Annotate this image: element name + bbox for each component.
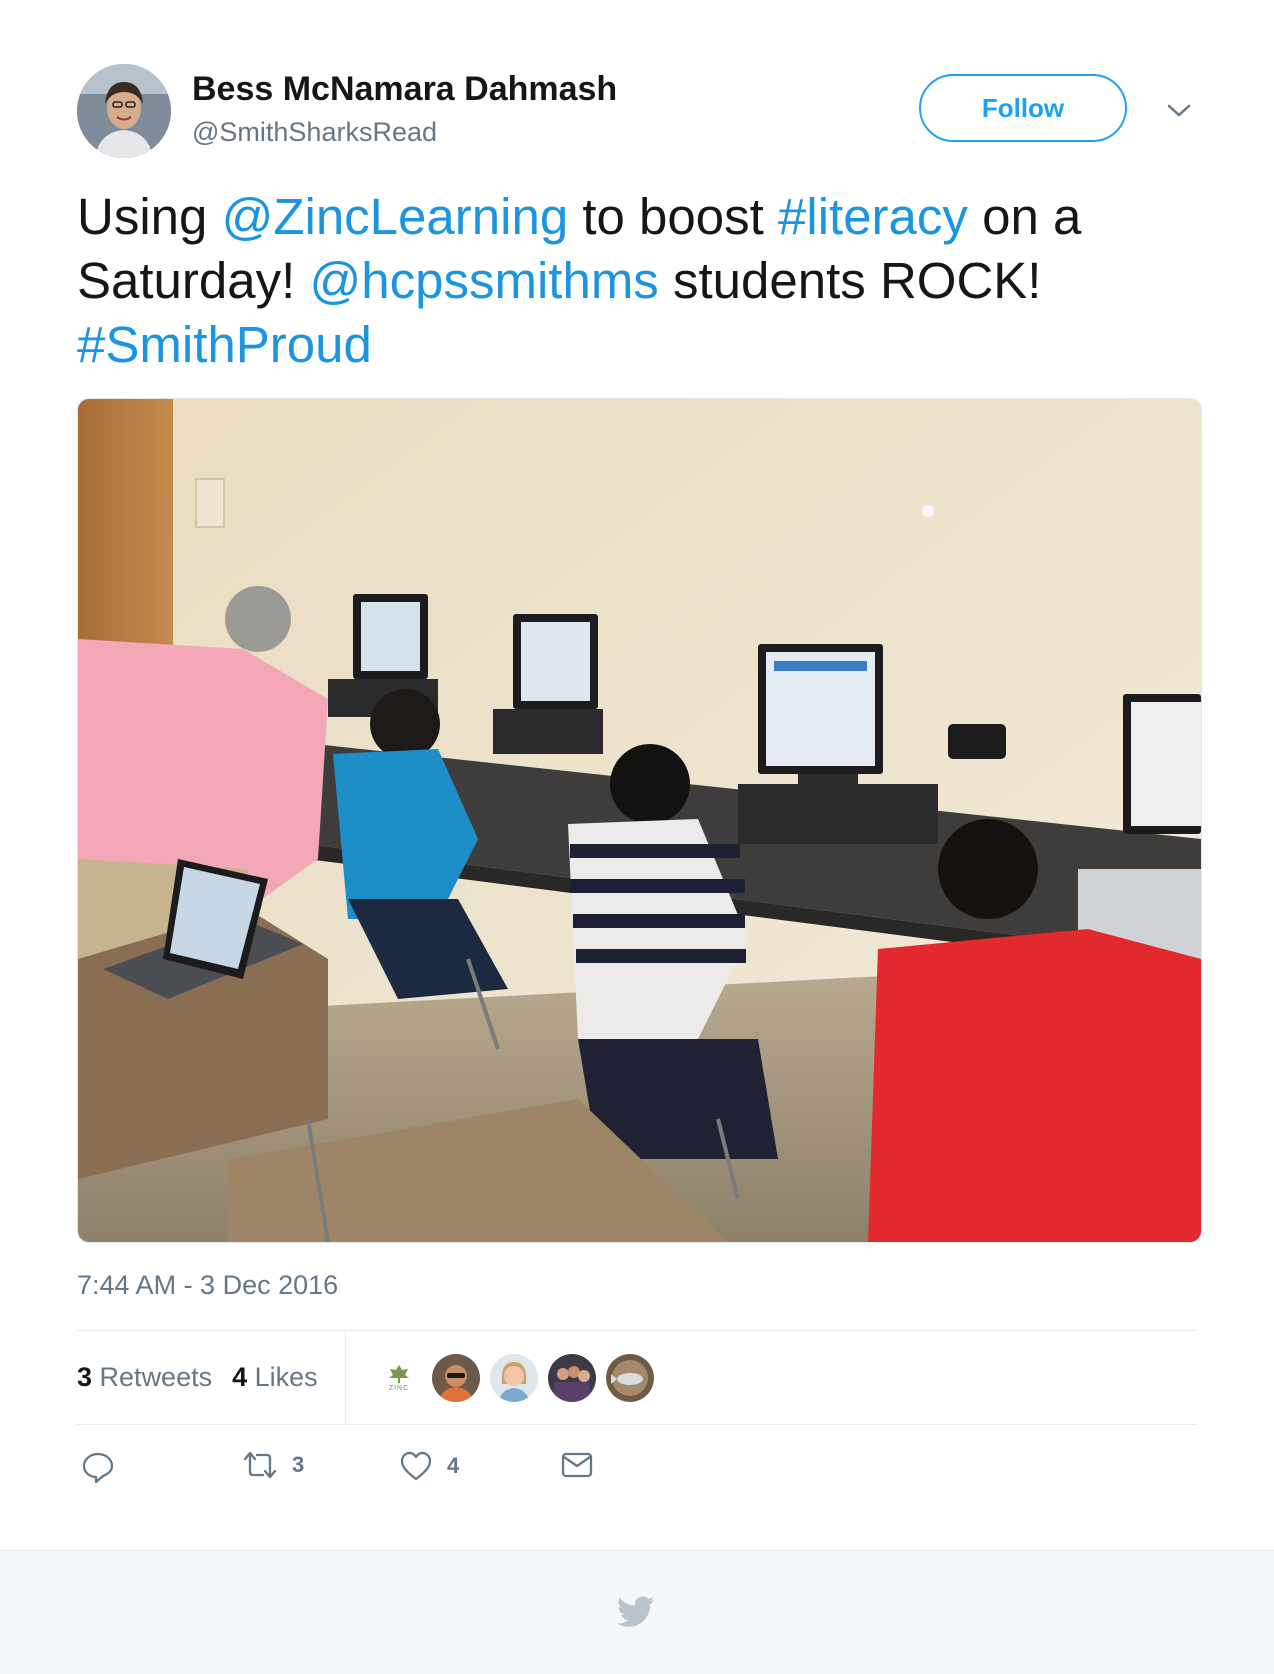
hashtag-smithproud[interactable]: #SmithProud: [77, 316, 372, 373]
mention-hcpssmithms[interactable]: @hcpssmithms: [309, 252, 658, 309]
likes-stat[interactable]: 4 Likes: [232, 1362, 318, 1392]
like-button[interactable]: 4: [399, 1450, 459, 1482]
tweet-text-part: to boost: [568, 188, 778, 245]
embed-footer: [0, 1550, 1274, 1674]
tweet-timestamp[interactable]: 7:44 AM - 3 Dec 2016: [77, 1270, 338, 1301]
liker-avatar[interactable]: [490, 1354, 538, 1402]
tweet-card: Bess McNamara Dahmash @SmithSharksRead F…: [0, 0, 1274, 1550]
message-icon: [561, 1452, 593, 1478]
retweets-count: 3: [77, 1362, 93, 1392]
reply-button[interactable]: [81, 1450, 115, 1484]
liker-avatar-zinc[interactable]: ZINC: [375, 1354, 423, 1402]
retweet-count: 3: [292, 1452, 305, 1477]
liker-avatar[interactable]: [432, 1354, 480, 1402]
more-options-button[interactable]: [1164, 96, 1194, 126]
stats-vertical-divider: [345, 1331, 346, 1424]
leaf-icon: [389, 1365, 409, 1383]
direct-message-button[interactable]: [560, 1450, 594, 1480]
reply-icon: [82, 1452, 114, 1484]
tweet-text-part: Using: [77, 188, 222, 245]
tweet-text: Using @ZincLearning to boost #literacy o…: [77, 185, 1207, 377]
hashtag-literacy[interactable]: #literacy: [778, 188, 968, 245]
stats-divider-top: [77, 1330, 1197, 1331]
liker-avatar[interactable]: [548, 1354, 596, 1402]
retweets-label: Retweets: [99, 1362, 213, 1392]
likes-label: Likes: [254, 1362, 318, 1392]
tweet-stats: 3 Retweets 4 Likes: [77, 1362, 338, 1393]
likes-count: 4: [232, 1362, 248, 1392]
follow-button[interactable]: Follow: [919, 74, 1127, 142]
stats-divider-bottom: [77, 1424, 1197, 1425]
author-name[interactable]: Bess McNamara Dahmash: [192, 70, 617, 109]
like-count: 4: [447, 1453, 460, 1478]
liker-avatar[interactable]: [606, 1354, 654, 1402]
tweet-text-part: students ROCK!: [658, 252, 1042, 309]
twitter-bird-icon: [616, 1596, 655, 1627]
retweet-icon: [243, 1451, 277, 1479]
retweet-button[interactable]: 3: [242, 1450, 304, 1480]
chevron-down-icon: [1167, 104, 1191, 117]
tweet-actions: 3 4: [77, 1450, 677, 1490]
twitter-bird-link[interactable]: [616, 1596, 655, 1633]
author-handle[interactable]: @SmithSharksRead: [192, 117, 437, 148]
zinc-text: ZINC: [388, 1385, 410, 1392]
heart-icon: [400, 1451, 432, 1481]
retweets-stat[interactable]: 3 Retweets: [77, 1362, 212, 1392]
zinc-logo: ZINC: [375, 1354, 423, 1402]
mention-zinclearning[interactable]: @ZincLearning: [222, 188, 569, 245]
author-avatar[interactable]: [77, 64, 171, 158]
tweet-photo[interactable]: [77, 398, 1202, 1243]
